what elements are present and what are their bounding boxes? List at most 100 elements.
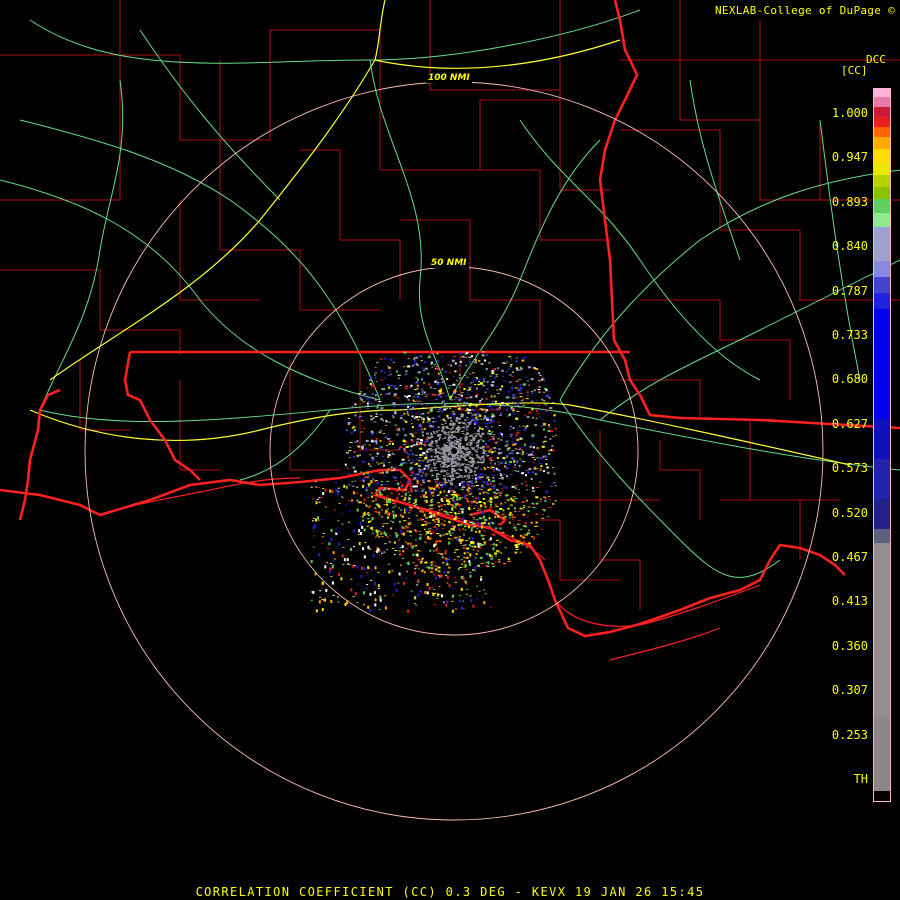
echo-pixel [499, 473, 502, 476]
echo-pixel [497, 515, 500, 518]
echo-pixel [471, 434, 474, 436]
echo-pixel [413, 602, 416, 604]
echo-pixel [435, 450, 438, 452]
echo-pixel [538, 372, 540, 375]
echo-pixel [357, 411, 360, 413]
echo-pixel [374, 582, 376, 586]
echo-pixel [430, 433, 433, 436]
echo-pixel [526, 391, 529, 394]
echo-pixel [418, 441, 422, 443]
echo-pixel [506, 409, 509, 411]
echo-pixel [435, 379, 438, 381]
echo-pixel [474, 545, 477, 548]
echo-pixel [457, 452, 460, 454]
echo-pixel [481, 596, 484, 598]
echo-pixel [496, 389, 499, 391]
echo-pixel [552, 467, 555, 469]
echo-pixel [410, 384, 413, 387]
echo-pixel [544, 499, 547, 502]
echo-pixel [453, 525, 457, 528]
echo-pixel [331, 567, 334, 569]
echo-pixel [479, 434, 483, 437]
echo-pixel [399, 515, 402, 517]
echo-pixel [322, 532, 325, 534]
echo-pixel [439, 407, 442, 410]
echo-pixel [329, 570, 332, 574]
echo-pixel [470, 481, 473, 485]
echo-pixel [460, 489, 464, 491]
echo-pixel [497, 523, 500, 526]
echo-pixel [548, 453, 551, 455]
echo-pixel [513, 460, 516, 463]
echo-pixel [470, 464, 474, 467]
echo-pixel [443, 400, 445, 403]
echo-pixel [465, 459, 468, 461]
echo-pixel [509, 511, 512, 514]
echo-pixel [378, 431, 382, 434]
echo-pixel [476, 528, 479, 530]
echo-pixel [477, 425, 480, 427]
echo-pixel [530, 400, 534, 402]
echo-pixel [407, 491, 410, 493]
echo-pixel [380, 550, 382, 552]
echo-pixel [433, 526, 437, 528]
echo-pixel [436, 484, 439, 488]
echo-pixel [448, 464, 451, 467]
echo-pixel [497, 438, 500, 440]
echo-pixel [383, 464, 385, 467]
echo-pixel [454, 486, 458, 488]
echo-pixel [441, 556, 444, 559]
echo-pixel [450, 437, 453, 439]
echo-pixel [384, 606, 387, 610]
echo-pixel [431, 353, 435, 355]
echo-pixel [423, 382, 426, 384]
legend-tick: 0.733 [831, 328, 868, 342]
echo-pixel [531, 445, 534, 447]
echo-pixel [394, 410, 397, 413]
echo-pixel [451, 609, 454, 613]
echo-pixel [443, 475, 446, 476]
echo-pixel [380, 379, 383, 381]
echo-pixel [337, 491, 340, 495]
echo-pixel [493, 395, 496, 398]
echo-pixel [457, 441, 461, 443]
echo-pixel [346, 466, 348, 468]
echo-pixel [378, 403, 381, 405]
echo-pixel [431, 474, 434, 477]
echo-pixel [408, 453, 411, 456]
echo-pixel [442, 438, 445, 440]
echo-pixel [399, 509, 402, 511]
echo-pixel [497, 512, 500, 514]
echo-pixel [366, 476, 369, 478]
echo-pixel [348, 450, 352, 452]
echo-pixel [366, 584, 369, 585]
echo-pixel [388, 386, 391, 389]
echo-pixel [503, 380, 507, 382]
echo-pixel [463, 507, 466, 509]
echo-pixel [480, 535, 484, 537]
echo-pixel [388, 443, 391, 445]
echo-pixel [435, 430, 438, 433]
echo-pixel [430, 455, 433, 458]
echo-pixel [418, 392, 420, 395]
echo-pixel [549, 499, 552, 501]
echo-pixel [507, 396, 511, 398]
echo-pixel [370, 397, 373, 399]
echo-pixel [457, 459, 460, 461]
echo-pixel [453, 551, 456, 553]
echo-pixel [380, 370, 383, 373]
echo-pixel [409, 509, 412, 512]
echo-pixel [504, 502, 507, 504]
echo-pixel [425, 517, 429, 519]
echo-pixel [450, 483, 454, 486]
echo-pixel [554, 427, 557, 430]
echo-pixel [518, 511, 521, 513]
echo-pixel [412, 399, 415, 402]
echo-pixel [487, 561, 490, 565]
echo-pixel [383, 489, 386, 491]
echo-pixel [382, 419, 385, 422]
echo-pixel [539, 468, 542, 470]
echo-pixel [345, 485, 348, 489]
echo-pixel [383, 388, 386, 391]
echo-pixel [367, 463, 370, 465]
